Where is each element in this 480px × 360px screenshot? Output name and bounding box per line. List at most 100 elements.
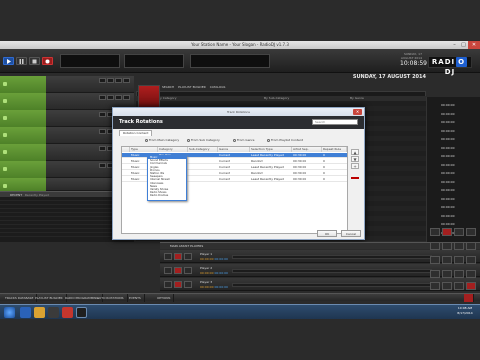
- radiodj-logo: RADI ODJ: [428, 56, 472, 76]
- player-progress-bar[interactable]: [232, 255, 432, 259]
- deck-play-button[interactable]: [99, 95, 106, 100]
- deck-eject-button[interactable]: [123, 78, 130, 83]
- player-load-button[interactable]: [184, 267, 192, 274]
- folder-icon[interactable]: [34, 307, 45, 318]
- rotation-cell-sep: 00:30:00: [293, 177, 307, 181]
- side-control-button[interactable]: [466, 282, 476, 290]
- player-stop-button[interactable]: [174, 267, 182, 274]
- player-progress-bar[interactable]: [232, 283, 432, 287]
- deck-play-button[interactable]: [99, 146, 106, 151]
- power-icon[interactable]: [464, 294, 474, 302]
- side-control-button[interactable]: [454, 228, 464, 236]
- dialog-close-button[interactable]: ✕: [353, 109, 362, 115]
- player-play-button[interactable]: [164, 253, 172, 260]
- deck-stop-button[interactable]: [107, 95, 114, 100]
- side-control-button[interactable]: [430, 228, 440, 236]
- stop-button[interactable]: [29, 57, 40, 65]
- radio-sub-category[interactable]: From Sub Category: [187, 138, 220, 142]
- deck-play-button[interactable]: [99, 129, 106, 134]
- rotation-search-input[interactable]: Search: [312, 119, 358, 125]
- cancel-button[interactable]: Cancel: [341, 230, 361, 237]
- chrome-icon[interactable]: [62, 307, 73, 318]
- rotation-cell-genre: Current: [219, 171, 231, 175]
- radiodj-task-icon[interactable]: [76, 307, 87, 318]
- pause-icon: [19, 58, 24, 64]
- radio-main-category[interactable]: From Main Category: [145, 138, 179, 142]
- rotation-cell-sep: 00:30:00: [293, 171, 307, 175]
- window-title: Your Station Name - Your Slogan - RadioD…: [0, 41, 480, 49]
- side-control-button[interactable]: [454, 270, 464, 278]
- side-control-button[interactable]: [454, 282, 464, 290]
- side-control-button[interactable]: [442, 282, 452, 290]
- start-button-icon[interactable]: [4, 307, 15, 318]
- toolbar-item[interactable]: OPTIONS: [154, 294, 175, 302]
- close-button[interactable]: ✕: [468, 41, 480, 49]
- rotation-cell-type: Music: [131, 159, 140, 163]
- column-header: Sub-Category: [188, 147, 218, 152]
- player-load-button[interactable]: [184, 281, 192, 288]
- tab-catalogs[interactable]: CATALOGS: [210, 85, 226, 89]
- toolbar-item[interactable]: AUTO ROTATIONS: [94, 294, 128, 302]
- maximize-button[interactable]: □: [459, 41, 468, 49]
- rotation-cell-rule: 0: [323, 171, 325, 175]
- deck-play-button[interactable]: [99, 163, 106, 168]
- side-control-button[interactable]: [430, 256, 440, 264]
- rotation-cell-selection: Least Recently Played: [251, 177, 284, 181]
- side-control-button[interactable]: [430, 282, 440, 290]
- side-control-button[interactable]: [442, 228, 452, 236]
- side-control-button[interactable]: [430, 270, 440, 278]
- rotation-cell-rule: 0: [323, 159, 325, 163]
- deck-play-button[interactable]: [99, 112, 106, 117]
- player-load-button[interactable]: [184, 253, 192, 260]
- player-name: Player 3: [200, 280, 213, 284]
- rotation-cell-rule: 0: [323, 153, 325, 157]
- deck-stop-button[interactable]: [107, 78, 114, 83]
- toolbar-item[interactable]: EVENTS: [126, 294, 145, 302]
- media-icon[interactable]: [48, 307, 59, 318]
- deck-eject-button[interactable]: [123, 95, 130, 100]
- track-rotations-dialog: Track Rotations ✕ Track Rotations Search…: [112, 107, 365, 240]
- minimize-button[interactable]: –: [450, 41, 459, 49]
- deck-play-button[interactable]: [99, 78, 106, 83]
- side-control-button[interactable]: [466, 270, 476, 278]
- deck-cue-button[interactable]: [115, 95, 122, 100]
- bottom-toolbar: TRACKS DATABASE PLAYLIST BUILDER RADIO PRO…: [0, 293, 480, 302]
- delete-row-button[interactable]: [351, 177, 359, 179]
- move-down-button[interactable]: ▼: [351, 156, 359, 162]
- move-up-button[interactable]: ▲: [351, 149, 359, 155]
- pause-button[interactable]: [16, 57, 27, 65]
- play-button[interactable]: [3, 57, 14, 65]
- ok-button[interactable]: OK: [317, 230, 337, 237]
- player-times: 00:00:00 00:00:00: [200, 285, 228, 289]
- dropdown-item[interactable]: Radio Dramas: [148, 194, 186, 197]
- player-play-button[interactable]: [164, 281, 172, 288]
- side-control-button[interactable]: [442, 256, 452, 264]
- side-control-button[interactable]: [454, 256, 464, 264]
- play-icon: [7, 58, 11, 64]
- player-stop-button[interactable]: [174, 281, 182, 288]
- deck-cue-button[interactable]: [115, 78, 122, 83]
- now-playing-thumbnail: [138, 85, 160, 109]
- record-button[interactable]: [42, 57, 53, 65]
- side-control-button[interactable]: [442, 270, 452, 278]
- radiodj-app: Your Station Name - Your Slogan - RadioD…: [0, 0, 480, 360]
- player-progress-bar[interactable]: [232, 269, 432, 273]
- add-row-button[interactable]: +: [351, 163, 359, 169]
- tab-search[interactable]: SEARCH: [162, 85, 174, 89]
- radio-genre[interactable]: From Genre: [233, 138, 254, 142]
- side-control-button[interactable]: [454, 242, 464, 250]
- side-control-button[interactable]: [466, 242, 476, 250]
- side-control-button[interactable]: [430, 242, 440, 250]
- ie-icon[interactable]: [20, 307, 31, 318]
- rotation-cell-genre: Current: [219, 159, 231, 163]
- side-control-button[interactable]: [442, 242, 452, 250]
- type-dropdown-list[interactable]: Music Sound Effects Commercials Jingles Prom…: [147, 155, 187, 201]
- tab-playlist-builder[interactable]: PLAYLIST BUILDER: [178, 85, 206, 89]
- side-control-button[interactable]: [466, 256, 476, 264]
- radio-playlist-content[interactable]: From Playlist Content: [267, 138, 303, 142]
- tab-rotation-content[interactable]: Rotation Content: [119, 130, 153, 136]
- player-play-button[interactable]: [164, 267, 172, 274]
- player-stop-button[interactable]: [174, 253, 182, 260]
- player-times: 00:00:00 00:00:00: [200, 257, 228, 261]
- side-control-button[interactable]: [466, 228, 476, 236]
